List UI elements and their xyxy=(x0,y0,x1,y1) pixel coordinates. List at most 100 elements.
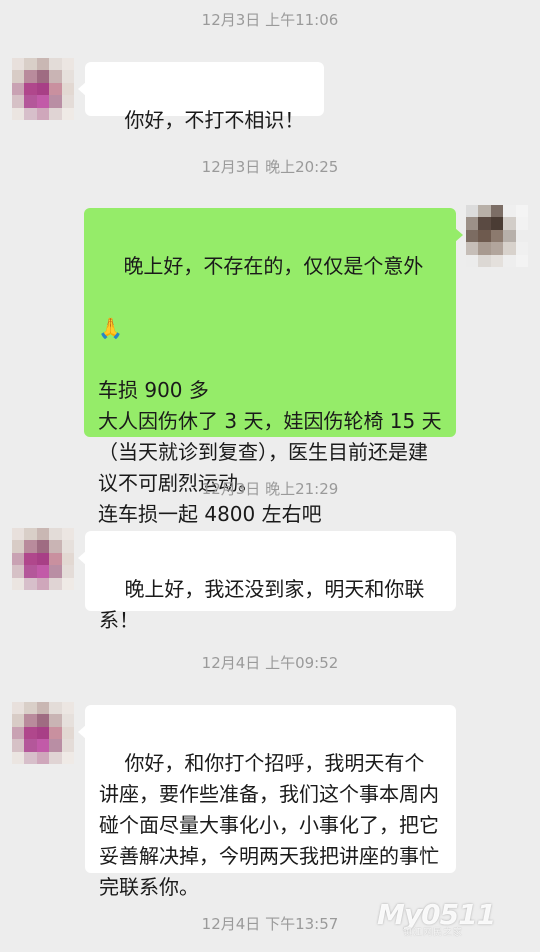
avatar-mosaic-pixel xyxy=(49,58,62,71)
avatar-mosaic-pixel xyxy=(49,107,62,120)
timestamp: 12月3日 晚上20:25 xyxy=(201,158,339,176)
avatar-mosaic-pixel xyxy=(36,739,50,752)
avatar-mosaic-pixel xyxy=(36,540,50,553)
avatar-mosaic-pixel xyxy=(478,254,491,267)
avatar-mosaic-pixel xyxy=(515,217,528,230)
avatar-mosaic-pixel xyxy=(12,70,25,83)
avatar-mosaic-pixel xyxy=(503,229,516,243)
avatar-mosaic-pixel xyxy=(503,205,516,218)
chat-conversation[interactable]: 12月3日 上午11:06 你好，不打不相识！ 12月3日 晚上20:25 晚上… xyxy=(0,0,540,952)
avatar-mosaic-pixel xyxy=(12,739,25,752)
avatar-mosaic-pixel xyxy=(61,751,74,764)
avatar-mosaic-pixel xyxy=(24,702,37,715)
avatar-mosaic-pixel xyxy=(503,254,516,267)
timestamp: 12月3日 晚上21:29 xyxy=(201,480,339,498)
avatar-mosaic-pixel xyxy=(24,726,37,740)
avatar-mosaic-pixel xyxy=(515,229,528,243)
folded-hands-emoji-icon: 🙏 xyxy=(98,316,123,340)
avatar-mosaic-pixel xyxy=(49,751,62,764)
avatar-mosaic-pixel xyxy=(24,70,37,83)
contact-avatar[interactable] xyxy=(12,702,74,764)
avatar-mosaic-pixel xyxy=(478,205,491,218)
timestamp: 12月4日 上午09:52 xyxy=(201,654,339,672)
avatar-mosaic-pixel xyxy=(12,107,25,120)
avatar-mosaic-pixel xyxy=(49,95,62,108)
avatar-mosaic-pixel xyxy=(49,82,62,96)
avatar-mosaic-pixel xyxy=(49,528,62,541)
avatar-mosaic-pixel xyxy=(36,702,50,715)
avatar-mosaic-pixel xyxy=(24,540,37,553)
avatar-mosaic-pixel xyxy=(12,565,25,578)
avatar-mosaic-pixel xyxy=(24,714,37,727)
avatar-mosaic-pixel xyxy=(24,552,37,566)
timestamp: 12月3日 上午11:06 xyxy=(201,11,339,29)
avatar-mosaic-pixel xyxy=(12,577,25,590)
avatar-mosaic-pixel xyxy=(36,726,50,740)
avatar-mosaic-pixel xyxy=(61,714,74,727)
avatar-mosaic-pixel xyxy=(36,552,50,566)
avatar-mosaic-pixel xyxy=(49,70,62,83)
avatar-mosaic-pixel xyxy=(515,254,528,267)
my-avatar[interactable] xyxy=(466,205,528,267)
avatar-mosaic-pixel xyxy=(490,205,504,218)
avatar-mosaic-pixel xyxy=(478,242,491,255)
avatar-mosaic-pixel xyxy=(36,577,50,590)
avatar-mosaic-pixel xyxy=(61,58,74,71)
avatar-mosaic-pixel xyxy=(466,254,479,267)
avatar-mosaic-pixel xyxy=(36,714,50,727)
avatar-mosaic-pixel xyxy=(36,58,50,71)
avatar-mosaic-pixel xyxy=(61,107,74,120)
avatar-mosaic-pixel xyxy=(49,739,62,752)
avatar-mosaic-pixel xyxy=(490,254,504,267)
avatar-mosaic-pixel xyxy=(24,82,37,96)
avatar-mosaic-pixel xyxy=(466,242,479,255)
avatar-mosaic-pixel xyxy=(36,95,50,108)
avatar-mosaic-pixel xyxy=(503,242,516,255)
contact-avatar[interactable] xyxy=(12,528,74,590)
avatar-mosaic-pixel xyxy=(12,714,25,727)
avatar-mosaic-pixel xyxy=(49,714,62,727)
message-text: 你好，和你打个招呼，我明天有个讲座，要作些准备，我们这个事本周内碰个面尽量大事化… xyxy=(99,751,439,899)
avatar-mosaic-pixel xyxy=(61,82,74,96)
avatar-mosaic-pixel xyxy=(466,229,479,243)
avatar-mosaic-pixel xyxy=(12,726,25,740)
avatar-mosaic-pixel xyxy=(12,540,25,553)
avatar-mosaic-pixel xyxy=(24,577,37,590)
avatar-mosaic-pixel xyxy=(36,70,50,83)
avatar-mosaic-pixel xyxy=(12,95,25,108)
avatar-mosaic-pixel xyxy=(49,552,62,566)
avatar-mosaic-pixel xyxy=(12,528,25,541)
avatar-mosaic-pixel xyxy=(503,217,516,230)
outgoing-message-bubble[interactable]: 晚上好，不存在的，仅仅是个意外 🙏 车损 900 多 大人因伤休了 3 天，娃因… xyxy=(84,208,463,526)
message-text: 车损 900 多 大人因伤休了 3 天，娃因伤轮椅 15 天（当天就诊到复查），… xyxy=(98,378,442,526)
avatar-mosaic-pixel xyxy=(49,540,62,553)
avatar-mosaic-pixel xyxy=(12,58,25,71)
avatar-mosaic-pixel xyxy=(61,552,74,566)
avatar-mosaic-pixel xyxy=(515,242,528,255)
avatar-mosaic-pixel xyxy=(24,58,37,71)
incoming-message-bubble[interactable]: 你好，和你打个招呼，我明天有个讲座，要作些准备，我们这个事本周内碰个面尽量大事化… xyxy=(78,705,456,899)
avatar-mosaic-pixel xyxy=(478,217,491,230)
avatar-mosaic-pixel xyxy=(490,229,504,243)
message-text: 晚上好，我还没到家，明天和你联系！ xyxy=(99,577,425,632)
avatar-mosaic-pixel xyxy=(36,751,50,764)
site-watermark-logo: My0511 镇江网民之家 xyxy=(377,898,512,938)
avatar-mosaic-pixel xyxy=(36,528,50,541)
avatar-mosaic-pixel xyxy=(12,702,25,715)
avatar-mosaic-pixel xyxy=(24,751,37,764)
avatar-mosaic-pixel xyxy=(490,217,504,230)
incoming-message-bubble[interactable]: 你好，不打不相识！ xyxy=(78,62,324,132)
avatar-mosaic-pixel xyxy=(466,205,479,218)
avatar-mosaic-pixel xyxy=(61,540,74,553)
avatar-mosaic-pixel xyxy=(24,107,37,120)
avatar-mosaic-pixel xyxy=(36,107,50,120)
avatar-mosaic-pixel xyxy=(61,726,74,740)
contact-avatar[interactable] xyxy=(12,58,74,120)
avatar-mosaic-pixel xyxy=(61,70,74,83)
avatar-mosaic-pixel xyxy=(36,82,50,96)
avatar-mosaic-pixel xyxy=(24,95,37,108)
avatar-mosaic-pixel xyxy=(61,577,74,590)
incoming-message-bubble[interactable]: 晚上好，我还没到家，明天和你联系！ xyxy=(78,531,456,632)
avatar-mosaic-pixel xyxy=(49,577,62,590)
avatar-mosaic-pixel xyxy=(490,242,504,255)
